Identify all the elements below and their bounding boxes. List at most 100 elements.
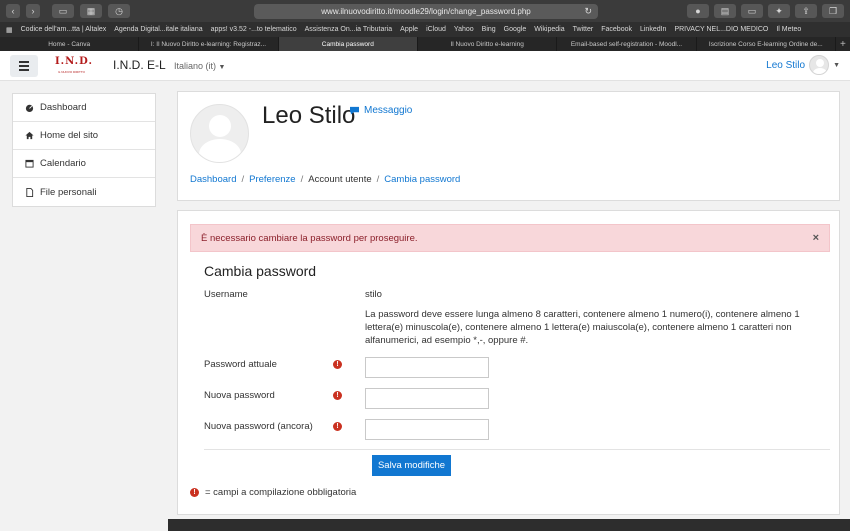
new-tab-icon[interactable]: +	[836, 37, 850, 51]
bookmark-item[interactable]: Yahoo	[454, 26, 474, 33]
profile-avatar	[190, 104, 249, 163]
page-title: Leo Stilo	[262, 102, 356, 129]
browser-tab[interactable]: Iscrizione Corso E-learning Ordine de...	[697, 37, 836, 51]
required-icon: !	[190, 488, 199, 497]
form-divider	[204, 449, 830, 450]
required-legend-text: = campi a compilazione obbligatoria	[205, 487, 357, 498]
address-bar[interactable]: www.ilnuovodiritto.it/moodle29/login/cha…	[254, 4, 598, 19]
required-icon: !	[333, 422, 342, 431]
share-icon[interactable]: ⇪	[795, 4, 817, 18]
bookmark-item[interactable]: apps! v3.52 -...to telematico	[211, 26, 297, 33]
bookmark-item[interactable]: Codice dell'am...tta | Altalex	[21, 26, 107, 33]
sidebar-item-home[interactable]: Home del sito	[13, 122, 155, 150]
bookmark-item[interactable]: Agenda Digital...itale italiana	[114, 26, 202, 33]
site-name[interactable]: I.N.D. E-L	[113, 58, 166, 72]
sidebar-item-files[interactable]: File personali	[13, 178, 155, 206]
sidebar-item-calendar[interactable]: Calendario	[13, 150, 155, 178]
language-label: Italiano (it)	[174, 61, 217, 71]
menu-toggle-button[interactable]	[10, 55, 38, 77]
form-title: Cambia password	[204, 263, 317, 279]
bookmark-item[interactable]: Google	[504, 26, 527, 33]
bookmark-item[interactable]: LinkedIn	[640, 26, 666, 33]
sidebar-item-dashboard[interactable]: Dashboard	[13, 94, 155, 122]
nav-drawer: Dashboard Home del sito Calendario File …	[12, 93, 156, 207]
bookmark-item[interactable]: Assistenza On...ia Tributaria	[305, 26, 393, 33]
main-content: È necessario cambiare la password per pr…	[177, 210, 840, 515]
grid-icon[interactable]: ▦	[80, 4, 102, 18]
forward-button[interactable]: ›	[26, 4, 40, 18]
alert-message: È necessario cambiare la password per pr…	[190, 224, 830, 252]
breadcrumb-link-preferences[interactable]: Preferenze	[249, 174, 295, 185]
download-icon[interactable]: ●	[687, 4, 709, 18]
bookmark-item[interactable]: PRIVACY NEL...DIO MEDICO	[674, 26, 768, 33]
breadcrumb-link-change-password[interactable]: Cambia password	[384, 174, 460, 185]
current-password-field[interactable]	[365, 357, 489, 378]
message-label: Messaggio	[364, 105, 413, 116]
calendar-icon	[25, 159, 34, 168]
url-text: www.ilnuovodiritto.it/moodle29/login/cha…	[321, 7, 531, 16]
home-icon	[25, 131, 34, 140]
chevron-down-icon[interactable]: ▼	[833, 62, 840, 69]
browser-tab[interactable]: I: Il Nuovo Diritto e-learning: Registra…	[139, 37, 279, 51]
password-rules: La password deve essere lunga almeno 8 c…	[365, 309, 800, 346]
bookmark-item[interactable]: Bing	[482, 26, 496, 33]
sidebar-toggle-icon[interactable]: ▭	[52, 4, 74, 18]
required-icon: !	[333, 391, 342, 400]
close-icon[interactable]: ×	[813, 232, 819, 244]
print-icon[interactable]: ▤	[714, 4, 736, 18]
breadcrumb-item-account: Account utente	[308, 174, 372, 185]
bookmark-item[interactable]: Facebook	[601, 26, 632, 33]
tabs-icon[interactable]: ❐	[822, 4, 844, 18]
bookmark-item[interactable]: Twitter	[573, 26, 594, 33]
new-password-field[interactable]	[365, 388, 489, 409]
sidebar-item-label: File personali	[40, 186, 97, 198]
breadcrumb-link-dashboard[interactable]: Dashboard	[190, 174, 236, 185]
dashboard-icon	[25, 104, 34, 112]
language-selector[interactable]: Italiano (it) ▼	[174, 61, 225, 71]
chevron-down-icon: ▼	[218, 64, 226, 71]
sidebar-item-label: Home del sito	[40, 130, 99, 141]
browser-tab-active[interactable]: Cambia password	[278, 37, 418, 51]
breadcrumb-separator: /	[376, 174, 380, 185]
bookmark-item[interactable]: iCloud	[426, 26, 446, 33]
new-password-again-label: Nuova password (ancora)	[204, 421, 313, 432]
user-name[interactable]: Leo Stilo	[766, 60, 805, 71]
required-legend: ! = campi a compilazione obbligatoria	[190, 487, 356, 498]
page-header: Leo Stilo Messaggio Dashboard / Preferen…	[177, 91, 840, 201]
toolbar-right: ● ▤ ▭ ✦ ⇪ ❐	[687, 4, 844, 18]
bookmark-item[interactable]: Il Meteo	[776, 26, 801, 33]
browser-tab[interactable]: Il Nuovo Diritto e-learning	[418, 37, 558, 51]
bookmark-icon[interactable]: ✦	[768, 4, 790, 18]
tab-bar: Home - Canva I: Il Nuovo Diritto e-learn…	[0, 37, 850, 51]
required-icon: !	[333, 360, 342, 369]
browser-tab[interactable]: Home - Canva	[0, 37, 140, 51]
breadcrumb: Dashboard / Preferenze / Account utente …	[190, 174, 460, 185]
site-logo-subtitle: IL NUOVO DIRITTO	[58, 70, 86, 74]
site-navbar: I.N.D. IL NUOVO DIRITTO I.N.D. E-L Itali…	[0, 51, 850, 81]
avatar[interactable]	[809, 55, 830, 75]
breadcrumb-separator: /	[241, 174, 245, 185]
breadcrumb-separator: /	[300, 174, 304, 185]
chat-bubble-icon	[350, 106, 359, 115]
new-password-again-field[interactable]	[365, 419, 489, 440]
history-icon[interactable]: ◷	[108, 4, 130, 18]
reload-icon[interactable]: ↻	[584, 6, 592, 17]
user-menu[interactable]: Leo Stilo ▼	[766, 55, 840, 75]
bookmark-item[interactable]: Wikipedia	[534, 26, 564, 33]
sidebar-item-label: Dashboard	[40, 102, 87, 113]
back-button[interactable]: ‹	[6, 4, 20, 18]
bookmark-item[interactable]: Apple	[400, 26, 418, 33]
save-button[interactable]: Salva modifiche	[372, 455, 451, 476]
bookmarks-bar: ▦ Codice dell'am...tta | Altalex Agenda …	[0, 22, 850, 37]
bookmarks-grid-icon[interactable]: ▦	[6, 26, 13, 34]
file-icon	[26, 187, 34, 197]
extension-icon[interactable]: ▭	[741, 4, 763, 18]
sidebar-item-label: Calendario	[40, 158, 86, 169]
message-button[interactable]: Messaggio	[349, 105, 412, 116]
username-label: Username	[204, 289, 248, 300]
username-value: stilo	[365, 289, 382, 300]
site-logo[interactable]: I.N.D.	[55, 56, 93, 67]
new-password-label: Nuova password	[204, 390, 275, 401]
alert-text: È necessario cambiare la password per pr…	[201, 232, 418, 244]
browser-tab[interactable]: Email-based self-registration - Moodl...	[557, 37, 697, 51]
